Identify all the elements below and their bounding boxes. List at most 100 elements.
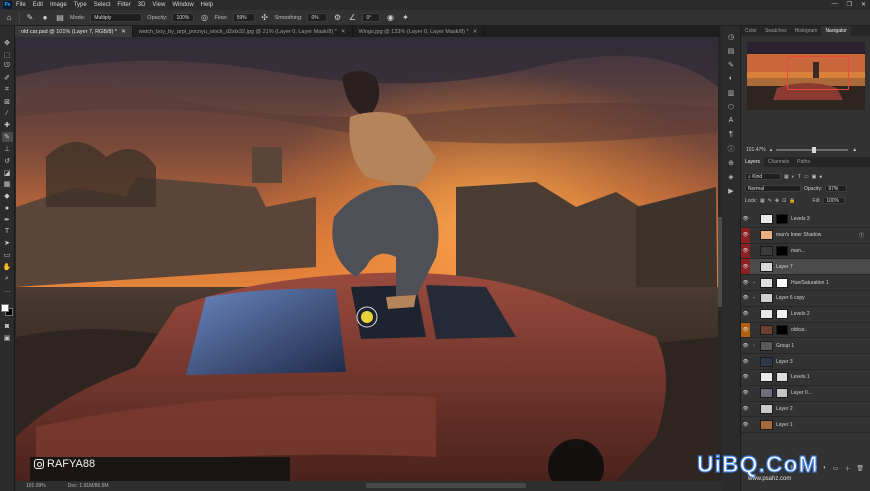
history-panel-icon[interactable]: ◷ <box>727 32 736 41</box>
marquee-tool-icon[interactable]: ⬚ <box>2 50 13 60</box>
tab-old-car[interactable]: old car.psd @ 101% (Layer 7, RGB/8) * ✕ <box>15 26 133 37</box>
canvas-horizontal-scrollbar[interactable] <box>366 483 526 488</box>
more-tools-icon[interactable]: … <box>2 286 13 296</box>
layer-row[interactable]: 👁 Layer 3 <box>741 354 870 370</box>
layer-name[interactable]: man... <box>791 248 805 254</box>
layer-row[interactable]: 👁 Layer 1 <box>741 417 870 434</box>
layer-mask-thumbnail[interactable] <box>776 245 788 256</box>
visibility-eye-icon[interactable]: 👁 <box>741 227 750 243</box>
tab-close-icon[interactable]: ✕ <box>473 29 478 35</box>
new-adjustment-layer-icon[interactable]: ◐ <box>823 465 827 471</box>
tab-swatches[interactable]: Swatches <box>761 26 791 36</box>
layer-mask-thumbnail[interactable] <box>776 324 788 335</box>
3d-panel-icon[interactable]: ⬡ <box>727 102 736 111</box>
eraser-tool-icon[interactable]: ◪ <box>2 168 13 178</box>
smoothing-options-gear-icon[interactable]: ⚙ <box>332 13 342 23</box>
airbrush-icon[interactable]: ✣ <box>260 13 270 23</box>
navigator-preview[interactable] <box>747 42 865 110</box>
clone-source-panel-icon[interactable]: ⊕ <box>727 158 736 167</box>
tab-wings[interactable]: Wings.jpg @ 133% (Layer 0, Layer Mask/8)… <box>353 26 485 37</box>
dodge-tool-icon[interactable]: ● <box>2 203 13 213</box>
tab-channels[interactable]: Channels <box>764 157 793 167</box>
zoom-tool-icon[interactable]: ⌕ <box>2 274 13 284</box>
layer-mask-thumbnail[interactable] <box>776 309 788 320</box>
layer-name[interactable]: Layer 1 <box>776 422 793 428</box>
maximize-icon[interactable]: ❐ <box>847 1 852 8</box>
lock-transparent-icon[interactable]: ▦ <box>760 198 765 204</box>
filter-kind-select[interactable]: ⌕ Kind <box>745 173 781 180</box>
visibility-eye-icon[interactable]: 👁 <box>741 370 750 385</box>
eyedropper-tool-icon[interactable]: ⁄ <box>2 109 13 119</box>
layer-mask-thumbnail[interactable] <box>776 277 788 288</box>
visibility-eye-icon[interactable]: 👁 <box>741 291 750 306</box>
adjustments-panel-icon[interactable]: ◐ <box>727 74 736 83</box>
screen-mode-icon[interactable]: ▣ <box>2 333 13 343</box>
blend-mode-select[interactable]: Normal <box>745 185 801 192</box>
close-icon[interactable]: ✕ <box>861 1 866 8</box>
layer-name[interactable]: Layer 2 <box>776 406 793 412</box>
lock-image-icon[interactable]: ✎ <box>768 198 772 204</box>
visibility-eye-icon[interactable]: 👁 <box>741 386 750 401</box>
layer-name[interactable]: man's Inner Shadow <box>776 232 821 238</box>
layer-name[interactable]: Levels 3 <box>791 216 810 222</box>
layer-row-selected[interactable]: 👁 Layer 7 <box>741 259 870 276</box>
document-size[interactable]: Doc: 1.91M/86.6M <box>68 483 109 489</box>
type-tool-icon[interactable]: T <box>2 227 13 237</box>
color-swatches[interactable] <box>1 303 13 316</box>
layer-row[interactable]: 👁 ⌐ Layer 6 copy <box>741 291 870 307</box>
navigator-zoom-slider[interactable] <box>776 147 849 153</box>
zoom-out-icon[interactable]: ▴ <box>770 147 773 153</box>
layer-style-fx-icon[interactable]: ⓕ <box>859 232 864 239</box>
lasso-tool-icon[interactable]: ᘎ <box>2 62 13 72</box>
clone-stamp-tool-icon[interactable]: ⊥ <box>2 144 13 154</box>
zoom-in-icon[interactable]: ▲ <box>852 147 857 153</box>
crop-tool-icon[interactable]: ⌗ <box>2 85 13 95</box>
visibility-eye-icon[interactable]: 👁 <box>741 212 750 227</box>
new-layer-icon[interactable]: ＋ <box>844 464 850 473</box>
blur-tool-icon[interactable]: ◆ <box>2 191 13 201</box>
lock-artboard-icon[interactable]: ⊡ <box>782 198 786 204</box>
tab-close-icon[interactable]: ✕ <box>121 29 126 35</box>
quick-mask-icon[interactable]: ◙ <box>2 322 13 332</box>
tab-layers[interactable]: Layers <box>741 157 765 167</box>
menu-file[interactable]: File <box>16 2 26 8</box>
navigator-view-box[interactable] <box>787 56 849 90</box>
path-selection-tool-icon[interactable]: ➤ <box>2 239 13 249</box>
quick-select-tool-icon[interactable]: ✐ <box>2 73 13 83</box>
layer-name[interactable]: Layer 0... <box>791 390 812 396</box>
lock-all-icon[interactable]: 🔒 <box>789 198 795 204</box>
filter-type-icon[interactable]: T <box>798 174 801 180</box>
visibility-eye-icon[interactable]: 👁 <box>741 402 750 417</box>
visibility-eye-icon[interactable]: 👁 <box>741 338 750 353</box>
info-panel-icon[interactable]: ⓘ <box>727 144 736 153</box>
filter-adjustment-icon[interactable]: ◐ <box>792 174 795 180</box>
flow-field[interactable]: 59% <box>232 13 255 22</box>
layer-name[interactable]: oldcar.. <box>791 327 807 333</box>
gradient-tool-icon[interactable]: ▦ <box>2 180 13 190</box>
layer-name[interactable]: Group 1 <box>776 343 794 349</box>
lock-position-icon[interactable]: ✥ <box>775 198 779 204</box>
pressure-size-icon[interactable]: ◉ <box>385 13 395 23</box>
layer-row[interactable]: 👁 oldcar.. <box>741 322 870 339</box>
filter-toggle-icon[interactable]: ● <box>819 174 822 180</box>
document-canvas[interactable]: RAFYA88 <box>16 37 718 481</box>
rectangle-tool-icon[interactable]: ▭ <box>2 250 13 260</box>
layer-mask-thumbnail[interactable] <box>776 388 788 399</box>
properties-panel-icon[interactable]: ▤ <box>727 46 736 55</box>
visibility-eye-icon[interactable]: 👁 <box>741 417 750 432</box>
mode-select[interactable]: Multiply <box>90 13 143 22</box>
filter-smart-icon[interactable]: ▣ <box>812 174 817 180</box>
layer-mask-thumbnail[interactable] <box>776 214 788 225</box>
layer-name[interactable]: Hue/Saturation 1 <box>791 280 829 286</box>
history-brush-tool-icon[interactable]: ↺ <box>2 156 13 166</box>
tab-histogram[interactable]: Histogram <box>791 26 822 36</box>
hand-tool-icon[interactable]: ✋ <box>2 262 13 272</box>
layer-name[interactable]: Levels 1 <box>791 374 810 380</box>
layer-name[interactable]: Levels 2 <box>791 311 810 317</box>
tab-watch-boy[interactable]: watch_boy_by_arpi_pocnyu_stock_d2xtx32.j… <box>133 26 353 37</box>
styles-panel-icon[interactable]: ◈ <box>727 172 736 181</box>
filter-pixel-icon[interactable]: ▦ <box>784 174 789 180</box>
libraries-panel-icon[interactable]: ▥ <box>727 88 736 97</box>
tab-color[interactable]: Color <box>741 26 761 36</box>
tab-close-icon[interactable]: ✕ <box>341 29 346 35</box>
